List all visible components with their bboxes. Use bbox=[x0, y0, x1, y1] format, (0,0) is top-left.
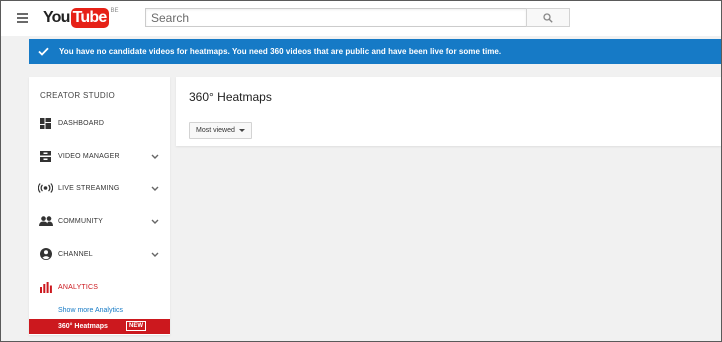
search-icon bbox=[543, 12, 553, 23]
dashboard-icon bbox=[39, 117, 52, 130]
youtube-logo[interactable]: You Tube BE bbox=[43, 8, 119, 28]
banner-message: You have no candidate videos for heatmap… bbox=[59, 47, 502, 56]
creator-studio-sidebar: CREATOR STUDIO DASHBOARD VIDEO MANAGER L… bbox=[29, 77, 170, 335]
sidebar-item-label: DASHBOARD bbox=[58, 119, 105, 127]
show-more-analytics-link[interactable]: Show more Analytics bbox=[58, 307, 123, 314]
sidebar-item-label: LIVE STREAMING bbox=[58, 184, 120, 192]
caret-down-icon bbox=[238, 129, 245, 132]
sidebar-item-label: COMMUNITY bbox=[58, 217, 103, 225]
video-manager-icon bbox=[39, 150, 52, 163]
chevron-down-icon[interactable] bbox=[150, 250, 159, 259]
sidebar-item-label: CHANNEL bbox=[58, 250, 93, 258]
subitem-label: 360° Heatmaps bbox=[58, 323, 108, 330]
logo-you-text: You bbox=[43, 9, 70, 26]
info-banner: You have no candidate videos for heatmap… bbox=[29, 39, 721, 64]
heatmaps-panel: 360° Heatmaps Most viewed bbox=[176, 77, 721, 146]
sidebar-item-community[interactable]: COMMUNITY bbox=[29, 211, 170, 231]
page-title: 360° Heatmaps bbox=[189, 90, 272, 104]
chevron-down-icon[interactable] bbox=[150, 217, 159, 226]
channel-icon bbox=[39, 248, 52, 261]
search-button[interactable] bbox=[526, 8, 570, 27]
logo-tube-text: Tube bbox=[70, 8, 110, 28]
logo-region-code: BE bbox=[110, 8, 119, 14]
live-streaming-icon bbox=[37, 182, 53, 195]
new-badge: NEW bbox=[126, 321, 146, 331]
search-input[interactable] bbox=[145, 8, 527, 27]
sidebar-subitem-360-heatmaps[interactable]: 360° Heatmaps NEW bbox=[29, 319, 170, 334]
sidebar-title: CREATOR STUDIO bbox=[40, 91, 116, 100]
masthead: You Tube BE bbox=[1, 1, 721, 36]
hamburger-menu-icon[interactable] bbox=[17, 13, 28, 23]
sidebar-item-video-manager[interactable]: VIDEO MANAGER bbox=[29, 146, 170, 166]
chevron-down-icon[interactable] bbox=[150, 184, 159, 193]
sidebar-item-live-streaming[interactable]: LIVE STREAMING bbox=[29, 178, 170, 198]
checkmark-icon bbox=[38, 47, 49, 56]
sidebar-item-channel[interactable]: CHANNEL bbox=[29, 244, 170, 264]
chevron-down-icon[interactable] bbox=[150, 152, 159, 161]
sidebar-item-label: VIDEO MANAGER bbox=[58, 152, 120, 160]
sort-dropdown[interactable]: Most viewed bbox=[189, 122, 252, 139]
sidebar-item-analytics[interactable]: ANALYTICS bbox=[29, 277, 170, 297]
community-icon bbox=[38, 215, 53, 228]
analytics-icon bbox=[39, 281, 52, 294]
sidebar-item-label: ANALYTICS bbox=[58, 283, 99, 291]
sidebar-item-dashboard[interactable]: DASHBOARD bbox=[29, 113, 170, 133]
sort-dropdown-value: Most viewed bbox=[196, 127, 235, 134]
